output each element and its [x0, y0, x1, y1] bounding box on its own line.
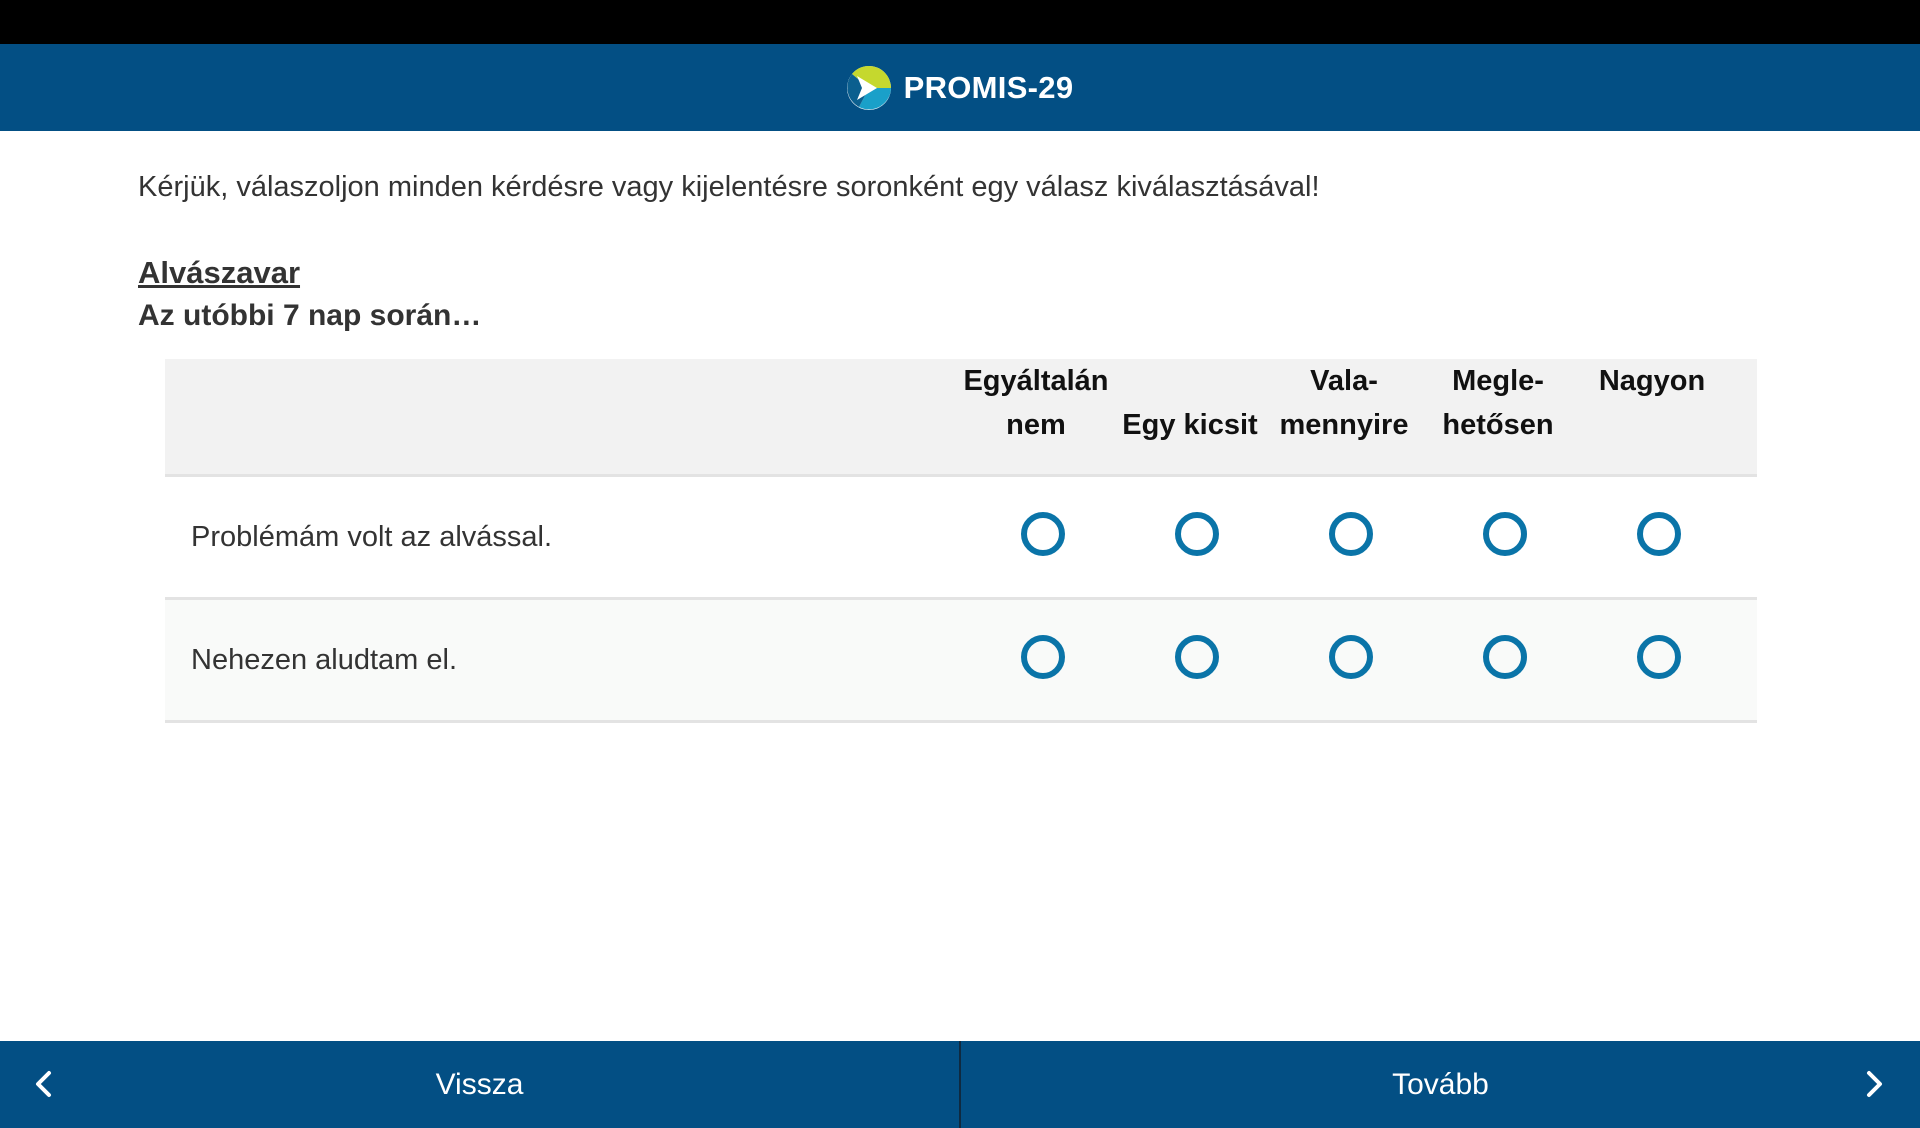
section-subtitle: Az utóbbi 7 nap során…: [138, 299, 482, 332]
radio-not-at-all[interactable]: [1021, 512, 1065, 556]
bottom-navigation: Vissza Tovább: [0, 1041, 1920, 1128]
question-text: Problémám volt az alvással.: [191, 521, 553, 553]
radio-very-much[interactable]: [1637, 635, 1681, 679]
chevron-right-icon: [1867, 1071, 1882, 1097]
app-header: PROMIS-29: [0, 44, 1920, 131]
section-title: Alvászavar: [138, 255, 301, 290]
back-button[interactable]: Vissza: [0, 1041, 961, 1128]
radio-somewhat[interactable]: [1329, 512, 1373, 556]
app-title: PROMIS-29: [903, 69, 1074, 105]
next-button-label: Tovább: [1392, 1067, 1489, 1101]
instructions-text: Kérjük, válaszoljon minden kérdésre vagy…: [138, 171, 1320, 203]
column-header-a-little: Egy kicsit: [1122, 409, 1258, 441]
next-button[interactable]: Tovább: [961, 1041, 1920, 1128]
column-header-not-at-all: Egyáltalán nem: [963, 365, 1109, 441]
chevron-left-icon: [36, 1071, 51, 1097]
status-bar: [0, 0, 1920, 44]
column-header-quite-a-bit: Megle-hetősen: [1442, 365, 1554, 441]
column-header-very-much: Nagyon: [1598, 365, 1706, 397]
radio-a-little[interactable]: [1175, 635, 1219, 679]
table-header: Egyáltalán nem Egy kicsit Vala-mennyire M…: [165, 359, 1757, 477]
radio-quite-a-bit[interactable]: [1483, 635, 1527, 679]
column-header-somewhat: Vala-mennyire: [1279, 365, 1409, 441]
question-table: Egyáltalán nem Egy kicsit Vala-mennyire M…: [165, 359, 1757, 723]
radio-not-at-all[interactable]: [1021, 635, 1065, 679]
question-text: Nehezen aludtam el.: [191, 644, 457, 676]
promis-logo-icon: [846, 65, 891, 110]
radio-a-little[interactable]: [1175, 512, 1219, 556]
radio-quite-a-bit[interactable]: [1483, 512, 1527, 556]
radio-very-much[interactable]: [1637, 512, 1681, 556]
question-row: Nehezen aludtam el.: [165, 600, 1757, 723]
back-button-label: Vissza: [435, 1067, 524, 1101]
radio-somewhat[interactable]: [1329, 635, 1373, 679]
question-row: Problémám volt az alvással.: [165, 477, 1757, 600]
survey-content: Kérjük, válaszoljon minden kérdésre vagy…: [0, 131, 1920, 1041]
